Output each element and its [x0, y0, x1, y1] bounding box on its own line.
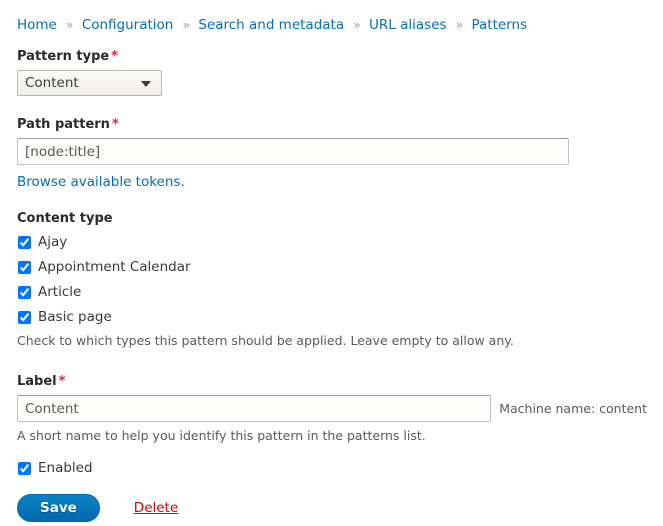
content-type-option-appointment-calendar[interactable]: Appointment Calendar	[17, 257, 647, 277]
content-type-option-label[interactable]: Appointment Calendar	[38, 259, 191, 276]
pattern-type-label: Pattern type *	[17, 48, 647, 65]
content-type-option-label[interactable]: Article	[38, 284, 81, 301]
content-type-label: Content type	[17, 211, 113, 226]
pattern-type-label-text: Pattern type	[17, 49, 110, 64]
content-type-checkbox[interactable]	[18, 260, 31, 274]
pattern-type-select[interactable]: Content	[17, 70, 162, 96]
required-marker: *	[111, 49, 119, 64]
content-type-option-basic-page[interactable]: Basic page	[17, 307, 647, 327]
label-input-row: Machine name: content	[17, 395, 647, 422]
label-field-description: A short name to help you identify this p…	[17, 428, 426, 443]
path-pattern-label-text: Path pattern	[17, 117, 110, 132]
breadcrumb-separator-icon: »	[353, 18, 361, 32]
content-type-checkbox[interactable]	[18, 285, 31, 299]
enabled-label[interactable]: Enabled	[38, 460, 93, 477]
delete-link[interactable]: Delete	[134, 500, 178, 516]
label-field-group: Label* Machine name: content A short nam…	[17, 373, 647, 444]
label-field-label: Label *	[17, 373, 647, 390]
path-pattern-field: Path pattern* Browse available tokens.	[17, 116, 647, 190]
pattern-type-field: Pattern type * Content	[17, 48, 647, 96]
content-type-checkbox[interactable]	[18, 235, 31, 249]
enabled-row[interactable]: Enabled	[17, 458, 647, 478]
required-marker: *	[111, 117, 119, 132]
breadcrumb-separator-icon: »	[182, 18, 191, 32]
label-field-label-text: Label	[17, 374, 57, 389]
content-type-checkbox[interactable]	[18, 310, 31, 324]
content-type-option-label[interactable]: Ajay	[38, 234, 67, 251]
browse-available-tokens-link[interactable]: Browse available tokens.	[17, 174, 185, 190]
content-type-description: Check to which types this pattern should…	[17, 333, 514, 348]
form-actions: Save Delete	[17, 494, 647, 522]
breadcrumb: Home » Configuration » Search and metada…	[17, 16, 527, 34]
breadcrumb-item-patterns[interactable]: Patterns	[471, 17, 527, 33]
breadcrumb-item-url-aliases[interactable]: URL aliases	[369, 17, 447, 33]
content-type-field: Content type Ajay Appointment Calendar A…	[17, 210, 647, 349]
breadcrumb-item-search-and-metadata[interactable]: Search and metadata	[198, 17, 344, 33]
save-button[interactable]: Save	[17, 494, 100, 522]
path-pattern-input[interactable]	[17, 138, 569, 165]
pattern-type-select-wrapper: Content	[17, 70, 162, 96]
enabled-checkbox[interactable]	[18, 461, 31, 475]
patterns-form-page: Home » Configuration » Search and metada…	[0, 0, 663, 526]
path-pattern-label: Path pattern *	[17, 116, 647, 133]
required-marker: *	[58, 374, 66, 389]
content-type-option-label[interactable]: Basic page	[38, 309, 112, 326]
machine-name-text: Machine name: content	[499, 401, 647, 416]
breadcrumb-separator-icon: »	[66, 18, 74, 32]
pattern-edit-form: Pattern type* Content Path pattern* Brow…	[17, 48, 647, 522]
breadcrumb-separator-icon: »	[455, 18, 464, 32]
breadcrumb-item-configuration[interactable]: Configuration	[82, 17, 174, 33]
label-input[interactable]	[17, 395, 492, 422]
breadcrumb-item-home[interactable]: Home	[17, 17, 57, 33]
content-type-option-ajay[interactable]: Ajay	[17, 232, 647, 252]
content-type-option-article[interactable]: Article	[17, 282, 647, 302]
